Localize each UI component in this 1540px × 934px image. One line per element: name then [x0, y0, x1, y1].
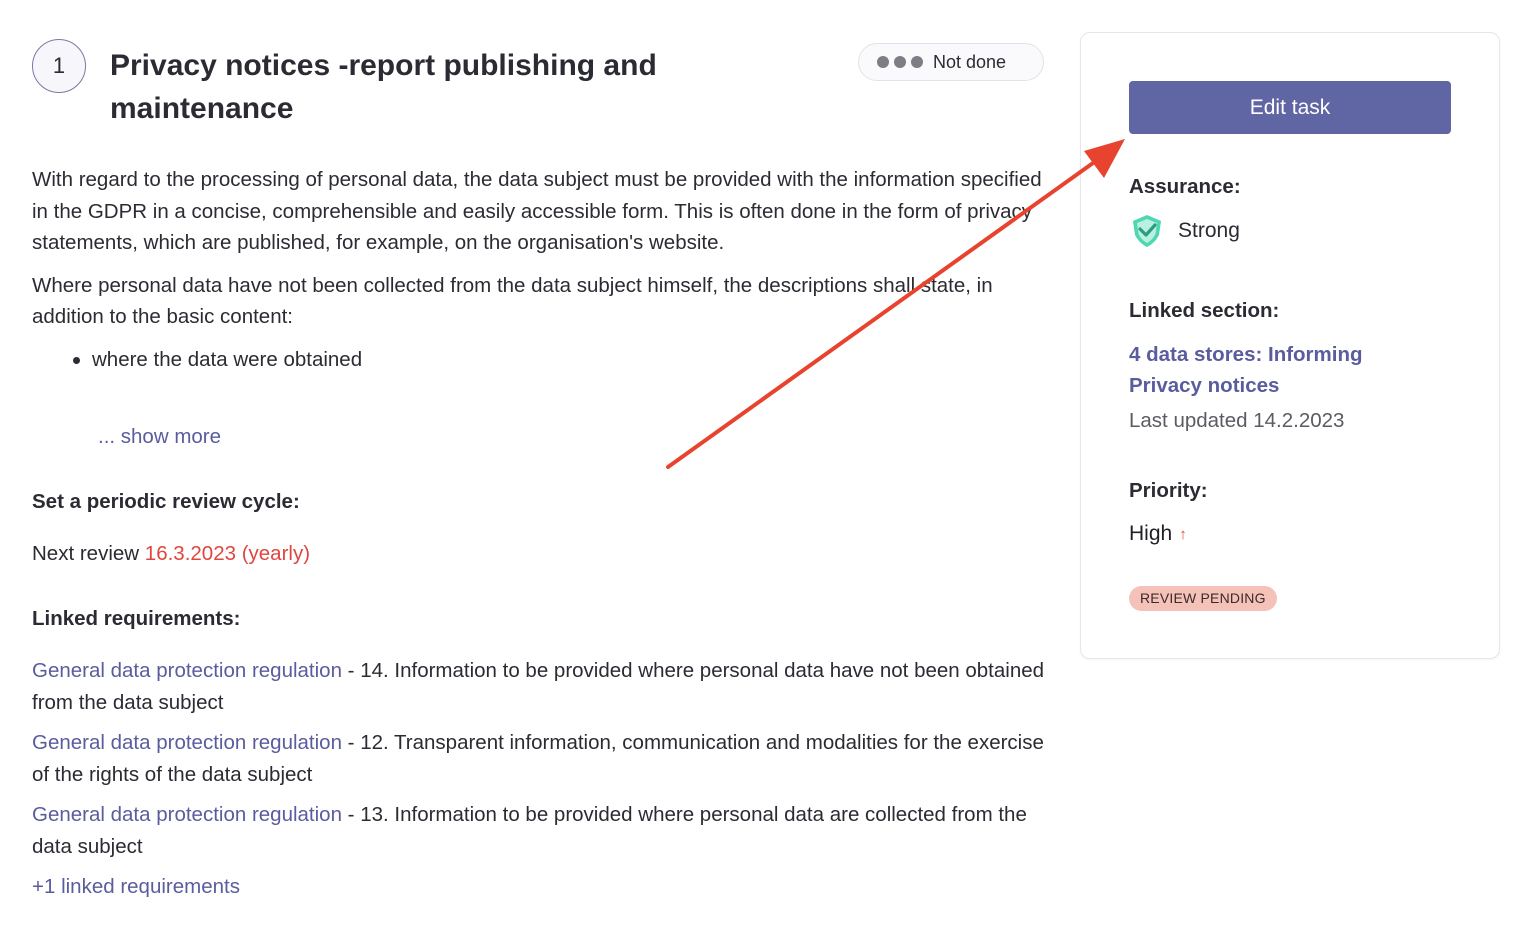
requirement-link[interactable]: General data protection regulation [32, 803, 342, 826]
task-description: With regard to the processing of persona… [32, 164, 1042, 375]
review-pending-badge: REVIEW PENDING [1129, 586, 1277, 611]
linked-section-label: Linked section: [1129, 299, 1280, 322]
three-dots-icon [877, 56, 923, 68]
requirement-item: General data protection regulation - 14.… [32, 655, 1052, 718]
more-requirements-link[interactable]: +1 linked requirements [32, 871, 240, 902]
description-list: where the data were obtained [73, 344, 1042, 376]
status-dropdown[interactable]: Not done [858, 43, 1044, 81]
priority-value: High ↑ [1129, 522, 1187, 546]
step-number: 1 [52, 53, 66, 78]
review-cycle-heading: Set a periodic review cycle: [32, 490, 300, 513]
requirement-item: General data protection regulation - 13.… [32, 799, 1052, 862]
assurance-value: Strong [1129, 213, 1240, 249]
assurance-label: Assurance: [1129, 175, 1241, 198]
linked-section-link[interactable]: 4 data stores: Informing Privacy notices [1129, 339, 1429, 401]
task-detail-page: 1 Privacy notices -report publishing and… [0, 0, 1540, 934]
last-updated: Last updated 14.2.2023 [1129, 409, 1345, 432]
status-label: Not done [933, 51, 1007, 72]
linked-requirements-heading: Linked requirements: [32, 607, 241, 630]
page-title: Privacy notices -report publishing and m… [110, 49, 657, 125]
priority-label: Priority: [1129, 479, 1208, 502]
assurance-text: Strong [1178, 219, 1240, 242]
description-paragraph: Where personal data have not been collec… [32, 273, 993, 329]
show-more-link[interactable]: ... show more [98, 421, 221, 452]
edit-task-button[interactable]: Edit task [1129, 81, 1451, 134]
next-review-label: Next review [32, 542, 140, 565]
step-number-badge: 1 [32, 39, 86, 93]
shield-check-icon [1133, 215, 1161, 247]
next-review-date: 16.3.2023 (yearly) [144, 542, 311, 565]
priority-text: High [1129, 522, 1173, 545]
next-review: Next review 16.3.2023 (yearly) [32, 538, 310, 569]
linked-requirements-list: General data protection regulation - 14.… [32, 655, 1052, 871]
arrow-up-icon: ↑ [1179, 525, 1187, 543]
task-sidebar-card: Edit task Assurance: Strong Linked secti… [1080, 32, 1500, 659]
requirement-link[interactable]: General data protection regulation [32, 731, 342, 754]
description-paragraph: With regard to the processing of persona… [32, 168, 1042, 254]
requirement-item: General data protection regulation - 12.… [32, 727, 1052, 790]
requirement-link[interactable]: General data protection regulation [32, 659, 342, 682]
description-list-item: where the data were obtained [73, 344, 1042, 376]
